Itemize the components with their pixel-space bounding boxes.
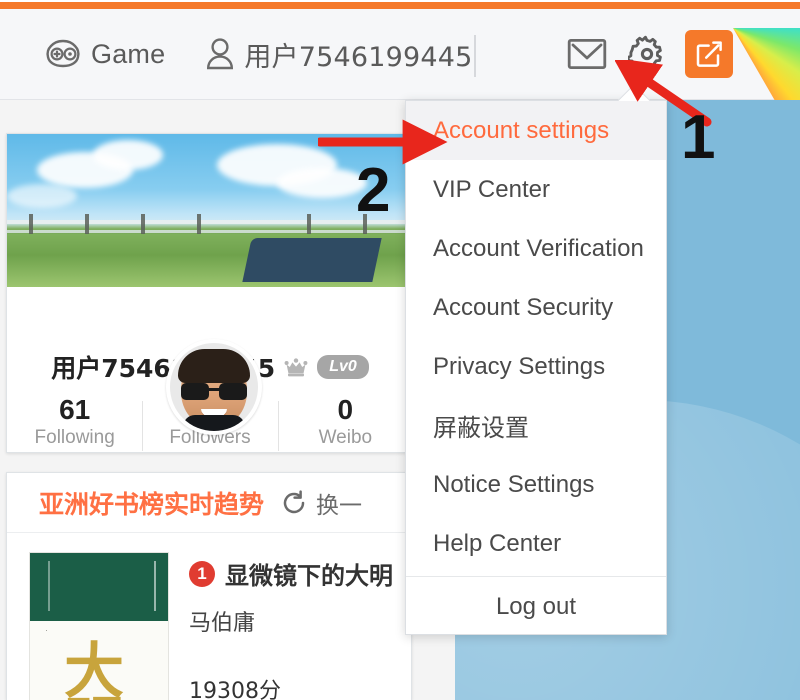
annotation-number-1: 1 bbox=[681, 103, 716, 172]
envelope-icon bbox=[567, 37, 607, 71]
menu-item-account-settings[interactable]: Account settings bbox=[406, 101, 666, 160]
mail-button[interactable] bbox=[557, 23, 617, 85]
stat-weibo-label: Weibo bbox=[318, 427, 373, 449]
book-author: 马伯庸 bbox=[189, 611, 256, 636]
compose-pencil-icon bbox=[694, 39, 724, 69]
book-rank-badge: 1 bbox=[189, 560, 215, 587]
book-ranking-card: 亚洲好书榜实时趋势 换一 · 大明 1 显微镜下的大明 马伯庸 19308分 bbox=[6, 472, 412, 700]
menu-item-help-center[interactable]: Help Center bbox=[406, 514, 666, 573]
menu-item-block-settings[interactable]: 屏蔽设置 bbox=[406, 396, 666, 455]
nav-item-game[interactable]: Game bbox=[44, 38, 165, 70]
nav-item-game-label: Game bbox=[91, 38, 166, 69]
book-info: 1 显微镜下的大明 马伯庸 19308分 bbox=[189, 552, 411, 700]
rainbow-fan-icon bbox=[733, 28, 800, 100]
stat-following[interactable]: 61 Following bbox=[7, 394, 142, 449]
profile-card: 用户7546199445 Lv0 61 Following 1 Follower… bbox=[6, 133, 412, 453]
site-header: Game 用户7546199445 bbox=[0, 9, 800, 100]
menu-item-privacy-settings[interactable]: Privacy Settings bbox=[406, 337, 666, 396]
level-badge: Lv0 bbox=[317, 354, 369, 380]
game-controller-icon bbox=[44, 38, 82, 70]
book-cover-glyph: 大明 bbox=[64, 637, 124, 700]
avatar[interactable] bbox=[166, 339, 262, 435]
crown-icon bbox=[284, 356, 308, 378]
cover-photo bbox=[7, 134, 411, 287]
book-ranking-header: 亚洲好书榜实时趋势 换一 bbox=[7, 473, 411, 533]
refresh-icon bbox=[280, 489, 308, 517]
annotation-number-2: 2 bbox=[356, 156, 391, 225]
header-divider bbox=[474, 35, 476, 77]
nav-item-username[interactable]: 用户7546199445 bbox=[205, 35, 472, 74]
nav-item-username-label: 用户7546199445 bbox=[244, 41, 473, 73]
stat-following-label: Following bbox=[34, 427, 115, 449]
compose-button[interactable] bbox=[685, 30, 733, 78]
refresh-label: 换一 bbox=[316, 492, 363, 519]
menu-item-vip-center[interactable]: VIP Center bbox=[406, 160, 666, 219]
top-accent-bar bbox=[0, 2, 800, 9]
menu-item-log-out[interactable]: Log out bbox=[406, 577, 666, 636]
book-score: 19308分 bbox=[189, 679, 281, 700]
settings-dropdown-menu: Account settings VIP Center Account Veri… bbox=[405, 100, 667, 635]
book-cover-side-text: · bbox=[42, 629, 52, 632]
book-title[interactable]: 显微镜下的大明 bbox=[225, 556, 393, 591]
menu-item-account-security[interactable]: Account Security bbox=[406, 278, 666, 337]
stat-following-value: 61 bbox=[59, 394, 91, 425]
settings-button[interactable] bbox=[617, 23, 677, 85]
book-ranking-row[interactable]: · 大明 1 显微镜下的大明 马伯庸 19308分 bbox=[7, 534, 411, 700]
stat-weibo-value: 0 bbox=[337, 394, 354, 425]
book-ranking-title: 亚洲好书榜实时趋势 bbox=[39, 489, 265, 519]
refresh-button[interactable]: 换一 bbox=[280, 486, 362, 520]
book-cover-image[interactable]: · 大明 bbox=[29, 552, 169, 700]
gear-icon bbox=[626, 35, 666, 73]
menu-item-notice-settings[interactable]: Notice Settings bbox=[406, 455, 666, 514]
sunglasses-icon bbox=[181, 383, 247, 400]
menu-item-account-verification[interactable]: Account Verification bbox=[406, 219, 666, 278]
person-icon bbox=[205, 37, 235, 71]
dropdown-caret bbox=[618, 84, 650, 101]
stat-weibo[interactable]: 0 Weibo bbox=[277, 394, 411, 452]
